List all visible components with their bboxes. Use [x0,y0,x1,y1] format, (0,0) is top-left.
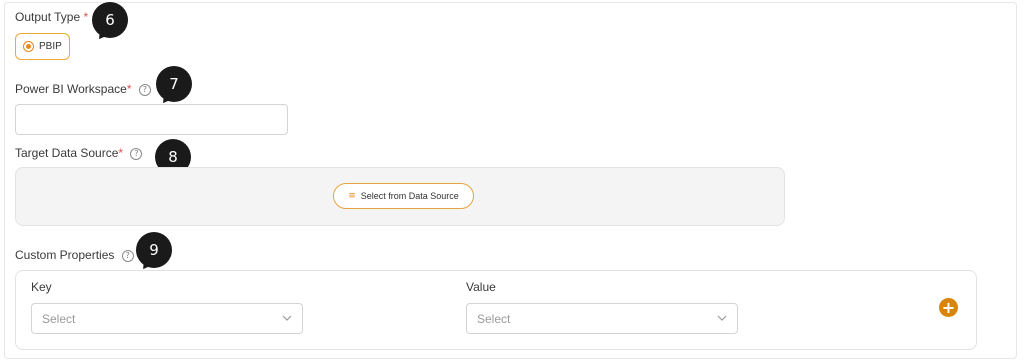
value-column-label: Value [466,280,496,294]
value-select[interactable]: Select [466,303,738,334]
radio-selected-icon [23,41,34,52]
custom-properties-label-text: Custom Properties [15,248,115,262]
select-from-data-source-label: Select from Data Source [360,191,459,201]
chevron-down-icon [282,315,292,321]
callout-6: 6 [92,2,128,38]
output-type-label: Output Type * [15,10,88,24]
target-data-source-label: Target Data Source* ? [15,146,143,160]
add-property-button[interactable]: + [939,298,958,317]
key-column-label: Key [31,280,52,294]
callout-number: 7 [169,75,179,93]
workspace-label-text: Power BI Workspace [15,82,127,96]
required-mark: * [118,146,124,160]
callout-9: 9 [136,232,172,268]
radio-pbip-label: PBIP [39,41,62,52]
callout-number: 8 [168,148,178,166]
target-data-source-label-text: Target Data Source [15,146,119,160]
required-mark: * [126,82,132,96]
custom-properties-label: Custom Properties ? [15,248,134,262]
help-icon[interactable]: ? [138,83,151,96]
key-select[interactable]: Select [31,303,303,334]
key-select-placeholder: Select [42,311,76,326]
callout-number: 6 [105,11,115,29]
value-select-placeholder: Select [477,311,511,326]
list-icon: ≡ [348,191,356,201]
required-mark: * [83,10,89,24]
output-type-label-text: Output Type [15,10,81,24]
workspace-input[interactable] [15,104,288,135]
workspace-label: Power BI Workspace* ? [15,82,151,96]
callout-7: 7 [156,66,192,102]
select-from-data-source-button[interactable]: ≡ Select from Data Source [333,183,474,209]
help-icon[interactable]: ? [130,147,143,160]
help-icon[interactable]: ? [121,249,134,262]
callout-number: 9 [149,241,159,259]
chevron-down-icon [717,315,727,321]
radio-pbip[interactable]: PBIP [15,33,70,60]
